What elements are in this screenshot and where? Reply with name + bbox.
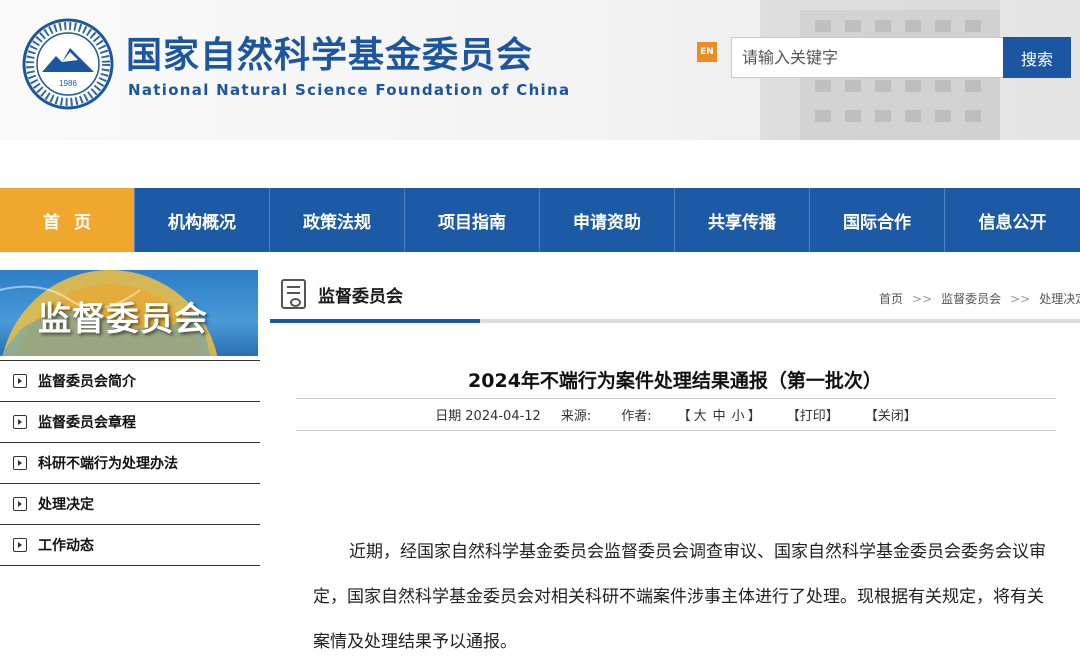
play-arrow-icon [13, 538, 27, 552]
sidebar-item-label: 科研不端行为处理办法 [38, 456, 178, 472]
sidebar-banner: 监督委员会 [0, 270, 258, 356]
site-header: 1986 国家自然科学基金委员会 National Natural Scienc… [0, 0, 1080, 140]
article-meta: 日期 2024-04-12 来源: 作者: 【大中小】 【打印】 【关闭】 [296, 398, 1056, 431]
sidebar-item-news[interactable]: 工作动态 [0, 525, 260, 566]
article-author-label: 作者: [621, 409, 652, 424]
nav-item-share[interactable]: 共享传播 [675, 188, 810, 252]
sidebar-item-charter[interactable]: 监督委员会章程 [0, 402, 260, 443]
play-arrow-icon [13, 374, 27, 388]
nsfc-logo: 1986 [22, 18, 114, 110]
search-button[interactable]: 搜索 [1003, 37, 1071, 78]
section-header: 监督委员会 首页 >> 监督委员会 >> 处理决定 [270, 270, 1080, 323]
main-content: 监督委员会 首页 >> 监督委员会 >> 处理决定 2024年不端行为案件处理结果通报（… [270, 270, 1080, 652]
search-input[interactable] [731, 37, 1003, 78]
sidebar-menu: 监督委员会简介 监督委员会章程 科研不端行为处理办法 处理决定 工作动态 [0, 360, 260, 566]
font-size-controls: 【大中小】 [677, 409, 761, 424]
play-arrow-icon [13, 456, 27, 470]
close-button[interactable]: 【关闭】 [865, 405, 917, 424]
section-title: 监督委员会 [318, 287, 403, 307]
print-button[interactable]: 【打印】 [787, 405, 839, 424]
sidebar-banner-title: 监督委员会 [38, 299, 208, 338]
sidebar-item-misconduct-rules[interactable]: 科研不端行为处理办法 [0, 443, 260, 484]
sidebar-item-label: 监督委员会简介 [38, 374, 136, 390]
nav-item-home[interactable]: 首页 [0, 188, 135, 252]
article-source-label: 来源: [560, 409, 592, 424]
sidebar-item-label: 工作动态 [38, 538, 94, 554]
document-icon [281, 279, 306, 309]
sidebar-item-label: 监督委员会章程 [38, 415, 136, 431]
breadcrumb: 首页 >> 监督委员会 >> 处理决定 [879, 290, 1080, 307]
nav-item-guide[interactable]: 项目指南 [405, 188, 540, 252]
main-nav: 首页 机构概况 政策法规 项目指南 申请资助 共享传播 国际合作 信息公开 [0, 188, 1080, 252]
breadcrumb-separator: >> [1010, 292, 1031, 306]
svg-text:1986: 1986 [59, 79, 77, 88]
article-date: 日期 2024-04-12 [435, 409, 541, 424]
section-underline [270, 319, 480, 323]
sidebar: 监督委员会 监督委员会简介 监督委员会章程 科研不端行为处理办法 处理决定 工作… [0, 270, 260, 566]
site-title-en: National Natural Science Foundation of C… [128, 81, 571, 99]
nav-item-apply[interactable]: 申请资助 [540, 188, 675, 252]
play-arrow-icon [13, 497, 27, 511]
breadcrumb-decisions[interactable]: 处理决定 [1039, 292, 1080, 306]
font-size-large[interactable]: 大 [694, 409, 707, 424]
breadcrumb-home[interactable]: 首页 [879, 292, 903, 306]
article-title: 2024年不端行为案件处理结果通报（第一批次） [468, 370, 882, 392]
sidebar-item-intro[interactable]: 监督委员会简介 [0, 361, 260, 402]
font-size-medium[interactable]: 中 [713, 409, 726, 424]
breadcrumb-committee[interactable]: 监督委员会 [941, 292, 1001, 306]
site-title-cn: 国家自然科学基金委员会 [126, 35, 534, 76]
sidebar-item-decisions[interactable]: 处理决定 [0, 484, 260, 525]
nav-item-about[interactable]: 机构概况 [135, 188, 270, 252]
font-size-small[interactable]: 小 [732, 409, 745, 424]
article-body: 近期，经国家自然科学基金委员会监督委员会调查审议、国家自然科学基金委员会委务会议… [313, 542, 1046, 652]
breadcrumb-separator: >> [912, 292, 933, 306]
nav-item-disclosure[interactable]: 信息公开 [945, 188, 1080, 252]
play-arrow-icon [13, 415, 27, 429]
sidebar-item-label: 处理决定 [38, 497, 94, 513]
nav-item-international[interactable]: 国际合作 [810, 188, 945, 252]
english-version-icon[interactable]: EN [697, 42, 717, 62]
nav-item-policy[interactable]: 政策法规 [270, 188, 405, 252]
